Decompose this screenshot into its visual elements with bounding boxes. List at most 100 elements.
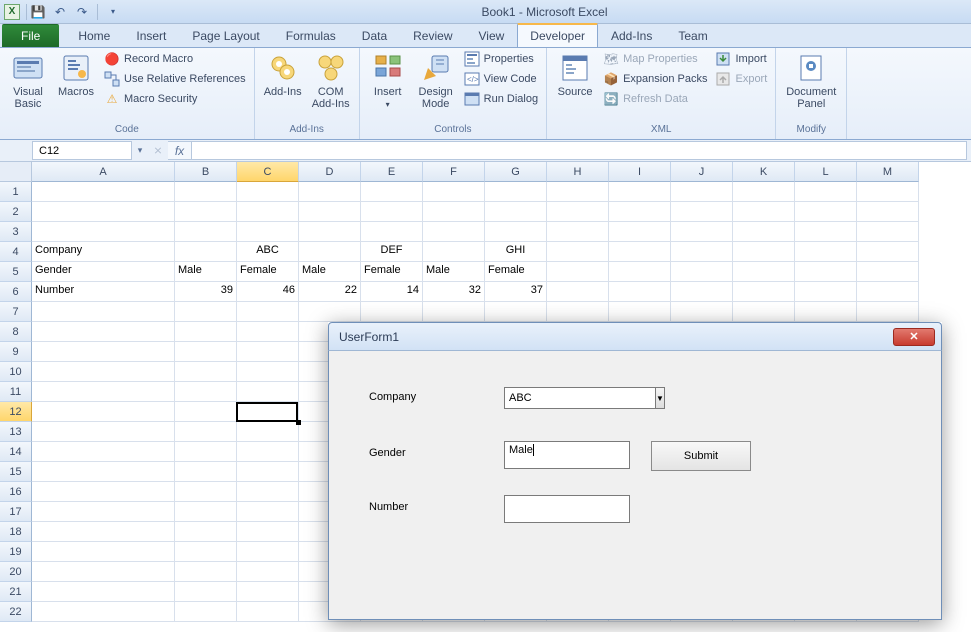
cell[interactable] <box>423 222 485 242</box>
row-header[interactable]: 1 <box>0 182 32 202</box>
cell[interactable] <box>857 302 919 322</box>
cell[interactable] <box>237 362 299 382</box>
col-header-B[interactable]: B <box>175 162 237 182</box>
cell[interactable] <box>175 482 237 502</box>
cell[interactable] <box>299 302 361 322</box>
cell[interactable] <box>485 302 547 322</box>
fx-button[interactable]: fx <box>168 141 192 160</box>
cell[interactable] <box>175 302 237 322</box>
company-combobox-input[interactable] <box>504 387 656 409</box>
row-header[interactable]: 22 <box>0 602 32 622</box>
import-button[interactable]: Import <box>713 50 769 68</box>
cell[interactable] <box>237 382 299 402</box>
row-header[interactable]: 12 <box>0 402 32 422</box>
row-header[interactable]: 21 <box>0 582 32 602</box>
cell[interactable] <box>32 222 175 242</box>
cell[interactable]: 14 <box>361 282 423 302</box>
cell[interactable] <box>547 202 609 222</box>
cell[interactable] <box>32 402 175 422</box>
cell[interactable] <box>795 222 857 242</box>
record-macro-button[interactable]: 🔴 Record Macro <box>102 50 248 68</box>
cell[interactable]: Female <box>361 262 423 282</box>
cell[interactable] <box>423 302 485 322</box>
cell[interactable] <box>237 542 299 562</box>
cell[interactable] <box>175 202 237 222</box>
cell[interactable] <box>32 442 175 462</box>
cell[interactable] <box>32 602 175 622</box>
cell[interactable] <box>795 242 857 262</box>
cell[interactable] <box>609 282 671 302</box>
tab-add-ins[interactable]: Add-Ins <box>598 24 665 47</box>
cell[interactable] <box>795 182 857 202</box>
com-addins-button[interactable]: COM Add-Ins <box>309 50 353 112</box>
cell[interactable] <box>237 442 299 462</box>
cell[interactable] <box>361 222 423 242</box>
cell[interactable] <box>857 242 919 262</box>
company-combobox[interactable]: ▼ <box>504 387 632 409</box>
tab-data[interactable]: Data <box>349 24 400 47</box>
cell[interactable] <box>609 202 671 222</box>
row-header[interactable]: 11 <box>0 382 32 402</box>
row-header[interactable]: 9 <box>0 342 32 362</box>
cell[interactable]: Company <box>32 242 175 262</box>
name-box[interactable]: C12 <box>32 141 132 160</box>
cell[interactable] <box>857 262 919 282</box>
cell[interactable] <box>175 382 237 402</box>
use-relative-references-button[interactable]: Use Relative References <box>102 70 248 88</box>
cell[interactable] <box>32 322 175 342</box>
cell[interactable] <box>671 282 733 302</box>
cell[interactable]: ABC <box>237 242 299 262</box>
cell[interactable]: Female <box>237 262 299 282</box>
cell[interactable] <box>175 422 237 442</box>
cell[interactable] <box>795 302 857 322</box>
cell[interactable] <box>32 302 175 322</box>
cell[interactable] <box>32 482 175 502</box>
cell[interactable]: GHI <box>485 242 547 262</box>
cell[interactable] <box>175 362 237 382</box>
formula-input[interactable] <box>192 141 967 160</box>
cell[interactable] <box>795 282 857 302</box>
select-all-corner[interactable] <box>0 162 32 182</box>
tab-team[interactable]: Team <box>665 24 720 47</box>
cell[interactable] <box>175 502 237 522</box>
addins-button[interactable]: Add-Ins <box>261 50 305 100</box>
col-header-K[interactable]: K <box>733 162 795 182</box>
tab-file[interactable]: File <box>2 24 59 47</box>
insert-control-button[interactable]: Insert▾ <box>366 50 410 112</box>
col-header-M[interactable]: M <box>857 162 919 182</box>
row-header[interactable]: 5 <box>0 262 32 282</box>
cell[interactable] <box>733 202 795 222</box>
visual-basic-button[interactable]: Visual Basic <box>6 50 50 112</box>
cell[interactable]: 46 <box>237 282 299 302</box>
cell[interactable] <box>857 282 919 302</box>
cell[interactable] <box>733 222 795 242</box>
cell[interactable] <box>795 262 857 282</box>
row-header[interactable]: 20 <box>0 562 32 582</box>
cell[interactable]: Male <box>175 262 237 282</box>
cell[interactable]: Female <box>485 262 547 282</box>
cell[interactable] <box>237 302 299 322</box>
cell[interactable] <box>609 302 671 322</box>
cell[interactable] <box>237 582 299 602</box>
cell[interactable] <box>671 202 733 222</box>
tab-developer[interactable]: Developer <box>517 23 598 47</box>
design-mode-button[interactable]: Design Mode <box>414 50 458 112</box>
cell[interactable] <box>609 182 671 202</box>
col-header-E[interactable]: E <box>361 162 423 182</box>
row-header[interactable]: 19 <box>0 542 32 562</box>
fill-handle[interactable] <box>296 420 301 425</box>
cell[interactable] <box>485 182 547 202</box>
cell[interactable] <box>32 542 175 562</box>
macro-security-button[interactable]: ⚠ Macro Security <box>102 90 248 108</box>
cell[interactable] <box>32 562 175 582</box>
cell[interactable] <box>32 502 175 522</box>
run-dialog-button[interactable]: Run Dialog <box>462 90 540 108</box>
col-header-L[interactable]: L <box>795 162 857 182</box>
cell[interactable] <box>32 362 175 382</box>
cell[interactable] <box>857 222 919 242</box>
source-button[interactable]: Source <box>553 50 597 100</box>
cell[interactable] <box>175 542 237 562</box>
cell[interactable] <box>175 242 237 262</box>
cell[interactable] <box>32 342 175 362</box>
expansion-packs-button[interactable]: 📦 Expansion Packs <box>601 70 709 88</box>
